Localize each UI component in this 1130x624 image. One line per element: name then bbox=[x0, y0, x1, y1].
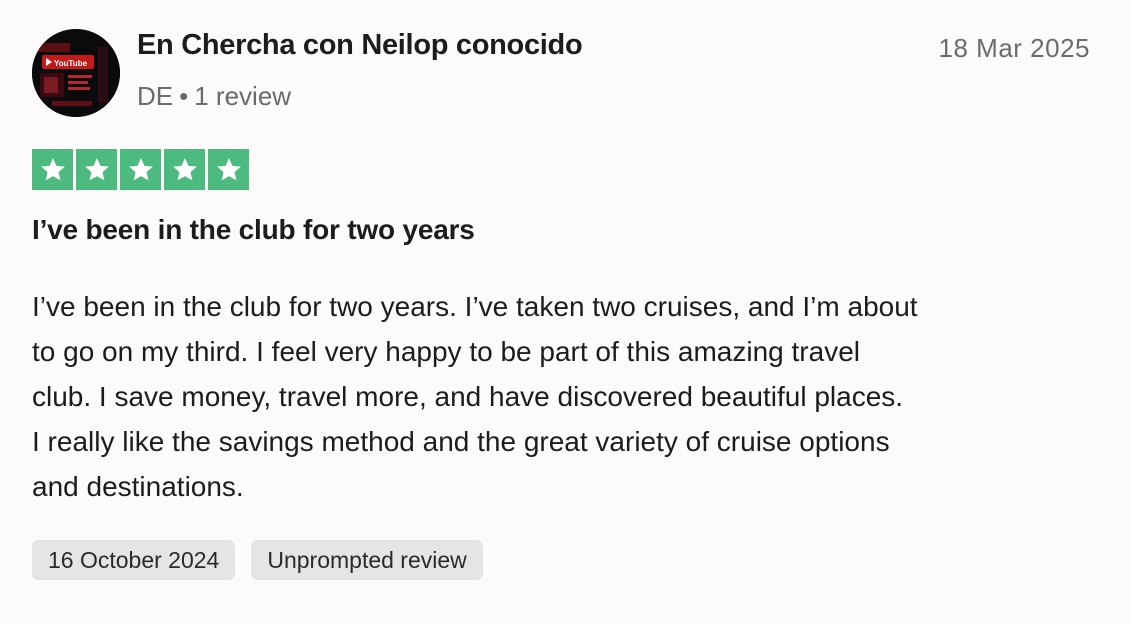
review-body-line: and destinations. bbox=[32, 471, 244, 502]
review-date: 18 Mar 2025 bbox=[938, 33, 1090, 63]
star-rating bbox=[32, 149, 249, 190]
review-title[interactable]: I’ve been in the club for two years bbox=[32, 214, 475, 246]
avatar-youtube-text: YouTube bbox=[54, 59, 88, 68]
experience-date-tag: 16 October 2024 bbox=[32, 540, 236, 580]
reviewer-name[interactable]: En Chercha con Neilop conocido bbox=[137, 29, 583, 62]
review-body-line: I really like the savings method and the… bbox=[32, 426, 890, 457]
review-count[interactable]: 1 review bbox=[194, 81, 291, 111]
review-body-line: I’ve been in the club for two years. I’v… bbox=[32, 291, 918, 322]
star-icon bbox=[164, 149, 205, 190]
reviewer-country: DE bbox=[137, 81, 174, 111]
star-icon bbox=[208, 149, 249, 190]
review-body-line: to go on my third. I feel very happy to … bbox=[32, 336, 860, 367]
star-icon bbox=[76, 149, 117, 190]
star-icon bbox=[32, 149, 73, 190]
review-body: I’ve been in the club for two years. I’v… bbox=[32, 284, 1102, 509]
avatar[interactable]: YouTube bbox=[32, 29, 120, 117]
meta-separator: • bbox=[179, 81, 189, 111]
star-icon bbox=[120, 149, 161, 190]
review-tags: 16 October 2024 Unprompted review bbox=[32, 540, 483, 580]
review-type-tag[interactable]: Unprompted review bbox=[251, 540, 483, 580]
review-card: YouTube En Chercha con Neilop conocido D… bbox=[0, 0, 1130, 624]
review-body-line: club. I save money, travel more, and hav… bbox=[32, 381, 904, 412]
reviewer-meta: DE • 1 review bbox=[137, 81, 291, 112]
